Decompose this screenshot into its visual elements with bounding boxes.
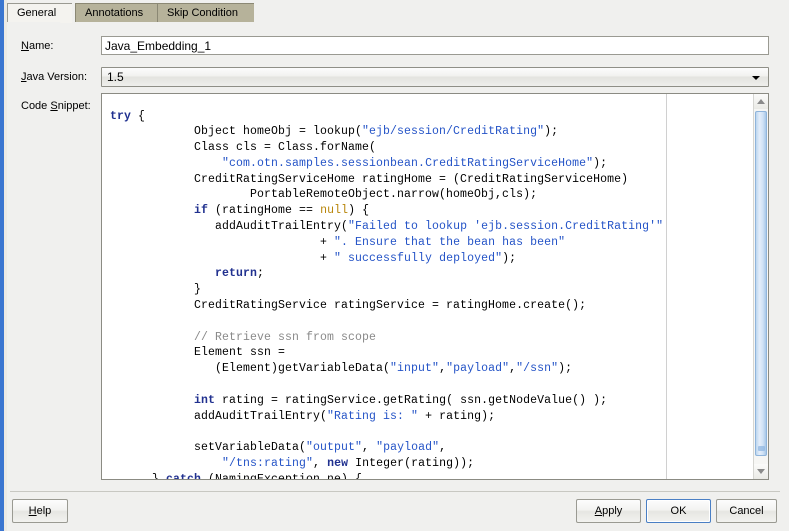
button-bar-separator <box>10 491 780 492</box>
tab-skew <box>60 4 73 23</box>
tab-general-label: General <box>17 7 57 19</box>
tab-annotations-label: Annotations <box>85 7 144 19</box>
ok-label: OK <box>670 505 687 517</box>
code-snippet-label: Code Snippet: <box>21 100 91 112</box>
java-version-value: 1.5 <box>107 70 124 84</box>
java-version-label-rest: ava Version: <box>26 71 88 83</box>
apply-mnemonic: A <box>594 505 603 517</box>
name-label-mnemonic: N <box>21 40 29 52</box>
tab-strip: General Annotations Skip Condition <box>7 3 785 23</box>
chevron-up-icon <box>757 99 765 104</box>
apply-button[interactable]: Apply <box>576 499 641 523</box>
code-snippet-label-mnemonic: S <box>50 100 58 112</box>
code-vertical-scrollbar[interactable] <box>753 94 768 479</box>
help-label-rest: elp <box>36 505 52 517</box>
name-input[interactable] <box>101 36 769 55</box>
name-label-rest: ame: <box>28 40 54 52</box>
cancel-label: Cancel <box>729 505 764 517</box>
java-embedding-dialog: General Annotations Skip Condition Name:… <box>0 0 789 531</box>
chevron-down-icon <box>757 469 765 474</box>
code-editor-text[interactable]: try { Object homeObj = lookup("ejb/sessi… <box>110 109 663 480</box>
tab-skip-condition[interactable]: Skip Condition <box>157 3 254 22</box>
scroll-down-button[interactable] <box>754 464 768 479</box>
ok-button[interactable]: OK <box>646 499 711 523</box>
help-button[interactable]: Help <box>12 499 68 523</box>
apply-label-rest: pply <box>602 505 623 517</box>
code-snippet-panel: try { Object homeObj = lookup("ejb/sessi… <box>101 93 769 480</box>
code-editor[interactable]: try { Object homeObj = lookup("ejb/sessi… <box>102 94 754 479</box>
window-left-edge-inner <box>4 0 7 531</box>
scrollbar-thumb[interactable] <box>755 111 767 456</box>
scrollbar-grip-icon <box>758 446 765 451</box>
scroll-up-button[interactable] <box>754 94 768 109</box>
java-version-label: Java Version: <box>21 71 87 83</box>
help-mnemonic: H <box>28 505 37 517</box>
cancel-button[interactable]: Cancel <box>716 499 777 523</box>
code-snippet-label-rest: nippet: <box>57 100 91 112</box>
editor-margin-guide <box>666 94 667 479</box>
chevron-down-icon <box>752 76 760 80</box>
name-label: Name: <box>21 40 53 52</box>
tab-skip-condition-label: Skip Condition <box>167 7 238 19</box>
java-version-dropdown[interactable]: 1.5 <box>101 67 769 87</box>
tab-general[interactable]: General <box>7 3 73 23</box>
code-snippet-label-pre: Code <box>21 100 51 112</box>
tab-annotations[interactable]: Annotations <box>75 3 160 22</box>
